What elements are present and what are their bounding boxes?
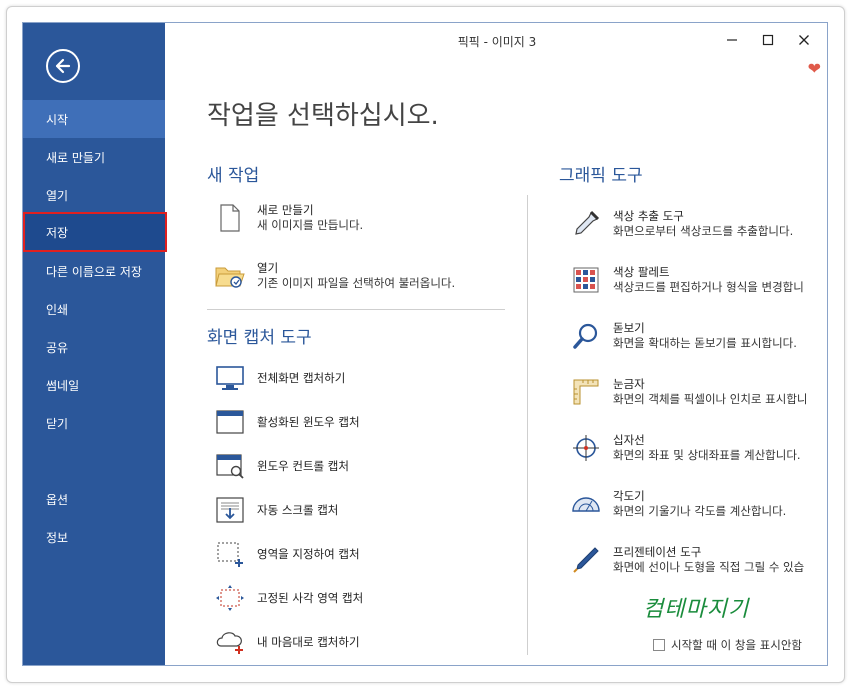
startup-checkbox[interactable]: 시작할 때 이 창을 표시안함 xyxy=(653,637,802,653)
color-picker-item[interactable]: 색상 추출 도구 화면으로부터 색상코드를 추출합니다. xyxy=(569,207,793,241)
crosshair-icon xyxy=(569,431,603,465)
capture-tools-title: 화면 캡처 도구 xyxy=(207,328,312,348)
ruler-icon xyxy=(569,375,603,409)
capture-fullscreen-item[interactable]: 전체화면 캡처하기 xyxy=(213,361,345,395)
open-file-desc: 기존 이미지 파일을 선택하여 불러옵니다. xyxy=(257,276,456,290)
palette-icon xyxy=(569,263,603,297)
presentation-tool-item[interactable]: 프리젠테이션 도구 화면에 선이나 도형을 직접 그릴 수 있습 xyxy=(569,543,804,577)
sidebar-item-close[interactable]: 닫기 xyxy=(23,404,165,442)
sidebar-item-share[interactable]: 공유 xyxy=(23,328,165,366)
watermark-text: 컴테마지기 xyxy=(643,597,750,622)
freehand-capture-icon xyxy=(213,625,247,659)
back-arrow-icon xyxy=(55,58,71,74)
checkbox-box[interactable] xyxy=(653,639,665,651)
new-file-desc: 새 이미지를 만듭니다. xyxy=(257,218,364,232)
maximize-icon xyxy=(762,34,774,46)
app-window: 시작 새로 만들기 열기 저장 다른 이름으로 저장 인쇄 공유 썸네일 닫기 … xyxy=(22,22,828,666)
capture-window-control-item[interactable]: 윈도우 컨트롤 캡처 xyxy=(213,449,349,483)
protractor-icon xyxy=(569,487,603,521)
maximize-button[interactable] xyxy=(751,29,785,51)
sidebar-item-print[interactable]: 인쇄 xyxy=(23,290,165,328)
fixed-region-icon xyxy=(213,581,247,615)
close-button[interactable] xyxy=(787,29,821,51)
window-icon xyxy=(213,405,247,439)
startup-checkbox-label: 시작할 때 이 창을 표시안함 xyxy=(671,638,803,652)
graphic-tools-title: 그래픽 도구 xyxy=(559,166,643,186)
column-divider xyxy=(527,195,528,655)
protractor-item[interactable]: 각도기 화면의 기울기나 각도를 계산합니다. xyxy=(569,487,786,521)
region-capture-icon xyxy=(213,537,247,571)
capture-region-item[interactable]: 영역을 지정하여 캡처 xyxy=(213,537,360,571)
window-control-icon xyxy=(213,449,247,483)
section-divider xyxy=(207,309,505,310)
capture-fixed-region-item[interactable]: 고정된 사각 영역 캡처 xyxy=(213,581,363,615)
eyedropper-icon xyxy=(569,207,603,241)
ruler-item[interactable]: 눈금자 화면의 객체를 픽셀이나 인치로 표시합니 xyxy=(569,375,807,409)
crosshair-item[interactable]: 십자선 화면의 좌표 및 상대좌표를 계산합니다. xyxy=(569,431,801,465)
magnifier-icon xyxy=(569,319,603,353)
new-task-title: 새 작업 xyxy=(207,166,260,186)
sidebar-item-save-as[interactable]: 다른 이름으로 저장 xyxy=(23,252,165,290)
sidebar-item-open[interactable]: 열기 xyxy=(23,176,165,214)
pen-icon xyxy=(569,543,603,577)
minimize-button[interactable] xyxy=(715,29,749,51)
sidebar-item-new[interactable]: 새로 만들기 xyxy=(23,138,165,176)
new-file-item[interactable]: 새로 만들기 새 이미지를 만듭니다. xyxy=(213,201,363,235)
capture-active-window-item[interactable]: 활성화된 윈도우 캡처 xyxy=(213,405,360,439)
capture-freehand-item[interactable]: 내 마음대로 캡처하기 xyxy=(213,625,360,659)
sidebar-item-options[interactable]: 옵션 xyxy=(23,480,165,518)
scroll-capture-icon xyxy=(213,493,247,527)
color-palette-item[interactable]: 색상 팔레트 색상코드를 편집하거나 형식을 변경합니 xyxy=(569,263,804,297)
open-folder-icon xyxy=(213,259,247,293)
sidebar-item-thumbnail[interactable]: 썸네일 xyxy=(23,366,165,404)
open-file-title: 열기 xyxy=(257,261,279,275)
heart-icon[interactable]: ❤ xyxy=(808,59,821,78)
minimize-icon xyxy=(727,39,737,41)
sidebar-item-save[interactable]: 저장 xyxy=(23,212,167,252)
page-heading: 작업을 선택하십시오. xyxy=(207,101,439,131)
close-icon xyxy=(799,35,809,45)
sidebar: 시작 새로 만들기 열기 저장 다른 이름으로 저장 인쇄 공유 썸네일 닫기 … xyxy=(23,23,167,665)
back-button[interactable] xyxy=(46,49,80,83)
capture-scroll-item[interactable]: 자동 스크롤 캡처 xyxy=(213,493,338,527)
sidebar-item-start[interactable]: 시작 xyxy=(23,100,165,138)
new-file-title: 새로 만들기 xyxy=(257,203,314,217)
monitor-icon xyxy=(213,361,247,395)
magnifier-item[interactable]: 돋보기 화면을 확대하는 돋보기를 표시합니다. xyxy=(569,319,797,353)
sidebar-item-about[interactable]: 정보 xyxy=(23,518,165,556)
new-file-icon xyxy=(213,201,247,235)
open-file-item[interactable]: 열기 기존 이미지 파일을 선택하여 불러옵니다. xyxy=(213,259,455,293)
